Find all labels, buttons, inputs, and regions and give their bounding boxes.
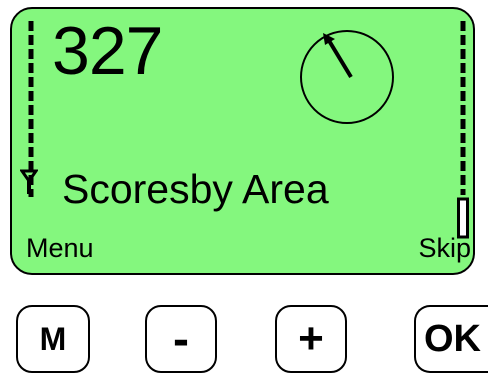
ok-button[interactable]: OK bbox=[414, 305, 488, 373]
softkey-menu-label[interactable]: Menu bbox=[26, 235, 94, 262]
minus-button[interactable]: - bbox=[145, 305, 217, 373]
frequency-display: 327 bbox=[52, 13, 163, 89]
softkey-skip-label[interactable]: Skip bbox=[418, 235, 471, 262]
station-name: Scoresby Area bbox=[62, 166, 329, 212]
plus-button[interactable]: + bbox=[275, 305, 347, 373]
antenna-icon bbox=[20, 169, 38, 194]
compass-dial-icon bbox=[300, 30, 394, 124]
menu-button[interactable]: M bbox=[16, 305, 90, 373]
lcd-screen: 327 Scoresby Area Menu Skip bbox=[10, 7, 475, 275]
signal-strength-icon bbox=[457, 21, 469, 239]
